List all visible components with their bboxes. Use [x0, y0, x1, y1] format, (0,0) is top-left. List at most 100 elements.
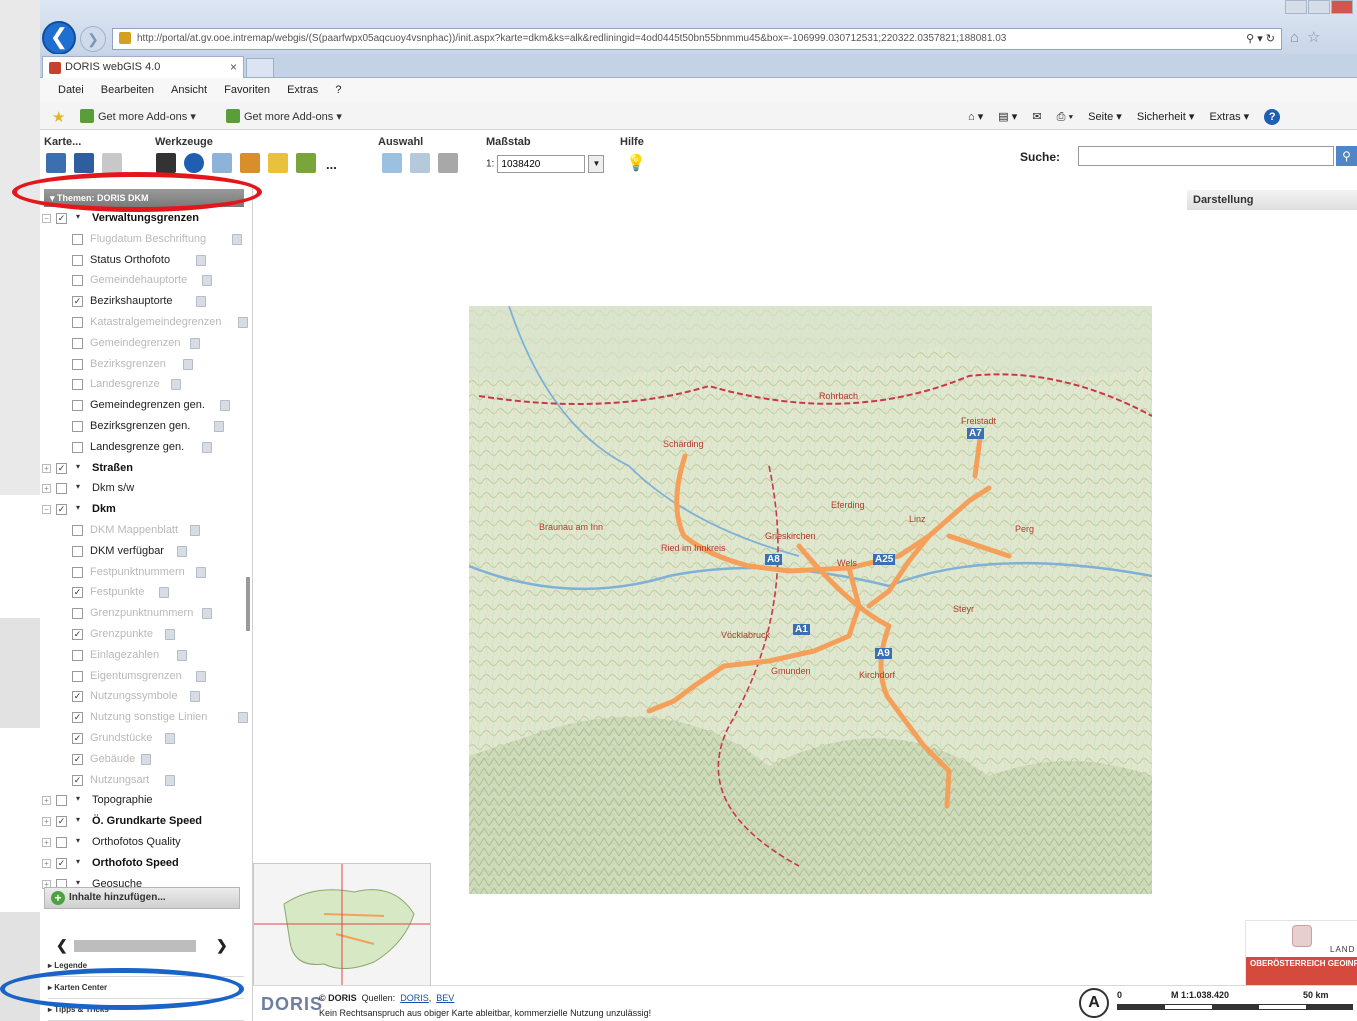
address-bar[interactable]: http://portal/at.gv.ooe.intremap/webgis/… [112, 28, 1282, 50]
layer-info-icon[interactable] [165, 732, 176, 744]
layer-row[interactable]: ✓ Grenzpunkte [40, 625, 248, 646]
tree-expander-icon[interactable]: − [42, 505, 51, 515]
layer-checkbox[interactable] [72, 441, 83, 453]
layer-options-icon[interactable]: ▾ [76, 503, 80, 512]
edit-icon[interactable] [296, 153, 316, 173]
layer-info-icon[interactable] [220, 400, 230, 412]
layer-row[interactable]: ✓ Nutzungssymbole [40, 687, 248, 708]
layer-info-icon[interactable] [238, 316, 248, 328]
hscroll-thumb[interactable] [74, 940, 196, 952]
layer-checkbox[interactable] [72, 566, 83, 578]
layer-options-icon[interactable]: ▾ [76, 836, 80, 845]
layer-info-icon[interactable] [201, 608, 212, 620]
layer-info-icon[interactable] [165, 774, 176, 786]
layer-info-icon[interactable] [195, 566, 206, 578]
forward-button[interactable]: ❯ [80, 26, 106, 52]
search-button[interactable]: ⚲ [1336, 146, 1357, 166]
layer-row[interactable]: + ▾ Orthofotos Quality [40, 833, 248, 854]
home-star-icons[interactable]: ⌂☆ [1290, 28, 1329, 46]
layer-info-icon[interactable] [189, 337, 200, 349]
layer-row[interactable]: ✓ Grundstücke [40, 729, 248, 750]
tree-expander-icon[interactable]: − [42, 214, 51, 223]
menu-extras-cmd[interactable]: Extras ▾ [1209, 111, 1249, 123]
layer-checkbox[interactable] [72, 358, 83, 370]
tree-expander-icon[interactable]: + [42, 484, 51, 494]
layer-row[interactable]: ✓ Gebäude [40, 750, 248, 771]
print-icon[interactable]: ⎙ ▾ [1057, 111, 1073, 123]
layer-checkbox[interactable] [72, 400, 83, 412]
layer-row[interactable]: ✓ Festpunkte [40, 583, 248, 604]
layer-options-icon[interactable]: ▾ [76, 212, 80, 221]
layer-checkbox[interactable] [72, 233, 83, 245]
tree-expander-icon[interactable]: + [42, 796, 51, 806]
add-content-button[interactable]: + Inhalte hinzufügen... [44, 887, 240, 909]
layer-options-icon[interactable]: ▾ [76, 482, 80, 491]
darstellung-panel-title[interactable]: Darstellung [1187, 190, 1357, 210]
layer-row[interactable]: Grenzpunktnummern [40, 604, 248, 625]
menu-favoriten[interactable]: Favoriten [224, 78, 270, 102]
layer-checkbox[interactable]: ✓ [72, 691, 83, 703]
layer-row[interactable]: − ✓ ▾ Verwaltungsgrenzen [40, 209, 248, 230]
layer-info-icon[interactable] [165, 628, 176, 640]
menu-help[interactable]: ? [335, 78, 341, 102]
tree-expander-icon[interactable]: + [42, 837, 51, 847]
tab-close-icon[interactable]: × [230, 60, 237, 74]
binoculars-icon[interactable] [156, 153, 176, 173]
get-addons-button-1[interactable]: Get more Add-ons ▾ [80, 109, 196, 123]
search-input[interactable] [1078, 146, 1334, 166]
layer-row[interactable]: ✓ Nutzungsart [40, 771, 248, 792]
layer-row[interactable]: + ▾ Dkm s/w [40, 479, 248, 500]
layer-info-icon[interactable] [201, 275, 212, 287]
tree-expander-icon[interactable]: + [42, 858, 51, 868]
layer-row[interactable]: Eigentumsgrenzen [40, 667, 248, 688]
menu-ansicht[interactable]: Ansicht [171, 78, 207, 102]
layer-info-icon[interactable] [189, 691, 200, 703]
layer-row[interactable]: Landesgrenze gen. [40, 438, 248, 459]
layer-checkbox[interactable]: ✓ [72, 587, 83, 599]
layer-checkbox[interactable] [72, 608, 83, 620]
back-button[interactable]: ❮ [42, 21, 76, 55]
tree-expander-icon[interactable]: + [42, 817, 51, 827]
menu-datei[interactable]: Datei [58, 78, 84, 102]
layer-options-icon[interactable]: ▾ [76, 794, 80, 803]
source-link-bev[interactable]: BEV [436, 993, 454, 1003]
layer-info-icon[interactable] [238, 712, 248, 724]
layer-options-icon[interactable]: ▾ [76, 857, 80, 866]
menu-bearbeiten[interactable]: Bearbeiten [101, 78, 154, 102]
layer-row[interactable]: ✓ Nutzung sonstige Linien [40, 708, 248, 729]
panel-scrollbar[interactable] [246, 577, 250, 631]
layer-row[interactable]: Einlagezahlen [40, 646, 248, 667]
measure-icon[interactable] [240, 153, 260, 173]
layer-checkbox[interactable] [72, 545, 83, 557]
favorites-star-icon[interactable]: ★ [52, 108, 65, 126]
layer-row[interactable]: DKM Mappenblatt [40, 521, 248, 542]
layer-info-icon[interactable] [195, 254, 206, 266]
layer-checkbox[interactable] [72, 420, 83, 432]
source-link-doris[interactable]: DORIS [400, 993, 429, 1003]
clear-selection-icon[interactable] [438, 153, 458, 173]
print-map-icon[interactable] [102, 153, 122, 173]
layer-info-icon[interactable] [195, 670, 206, 682]
layer-checkbox[interactable] [72, 275, 83, 287]
menu-extras[interactable]: Extras [287, 78, 318, 102]
layer-options-icon[interactable]: ▾ [76, 815, 80, 824]
layer-info-icon[interactable] [213, 420, 224, 432]
mail-icon[interactable]: ✉ [1032, 111, 1041, 123]
overview-map[interactable] [253, 863, 431, 993]
layer-row[interactable]: Katastralgemeindegrenzen [40, 313, 248, 334]
layer-row[interactable]: Gemeindegrenzen [40, 334, 248, 355]
layer-checkbox[interactable]: ✓ [56, 213, 67, 224]
layer-checkbox[interactable] [72, 316, 83, 328]
layer-row[interactable]: − ✓ ▾ Dkm [40, 500, 248, 521]
layer-row[interactable]: DKM verfügbar [40, 542, 248, 563]
layer-row[interactable]: Bezirksgrenzen [40, 355, 248, 376]
layer-checkbox[interactable]: ✓ [72, 732, 83, 744]
layer-checkbox[interactable]: ✓ [72, 774, 83, 786]
layer-info-icon[interactable] [201, 441, 212, 453]
scroll-right-icon[interactable]: ❯ [216, 937, 228, 954]
help-icon[interactable]: ? [1264, 109, 1281, 125]
layer-info-icon[interactable] [195, 296, 206, 308]
layer-row[interactable]: + ▾ Topographie [40, 791, 248, 812]
layer-checkbox[interactable] [56, 483, 67, 495]
layer-checkbox[interactable] [72, 649, 83, 661]
